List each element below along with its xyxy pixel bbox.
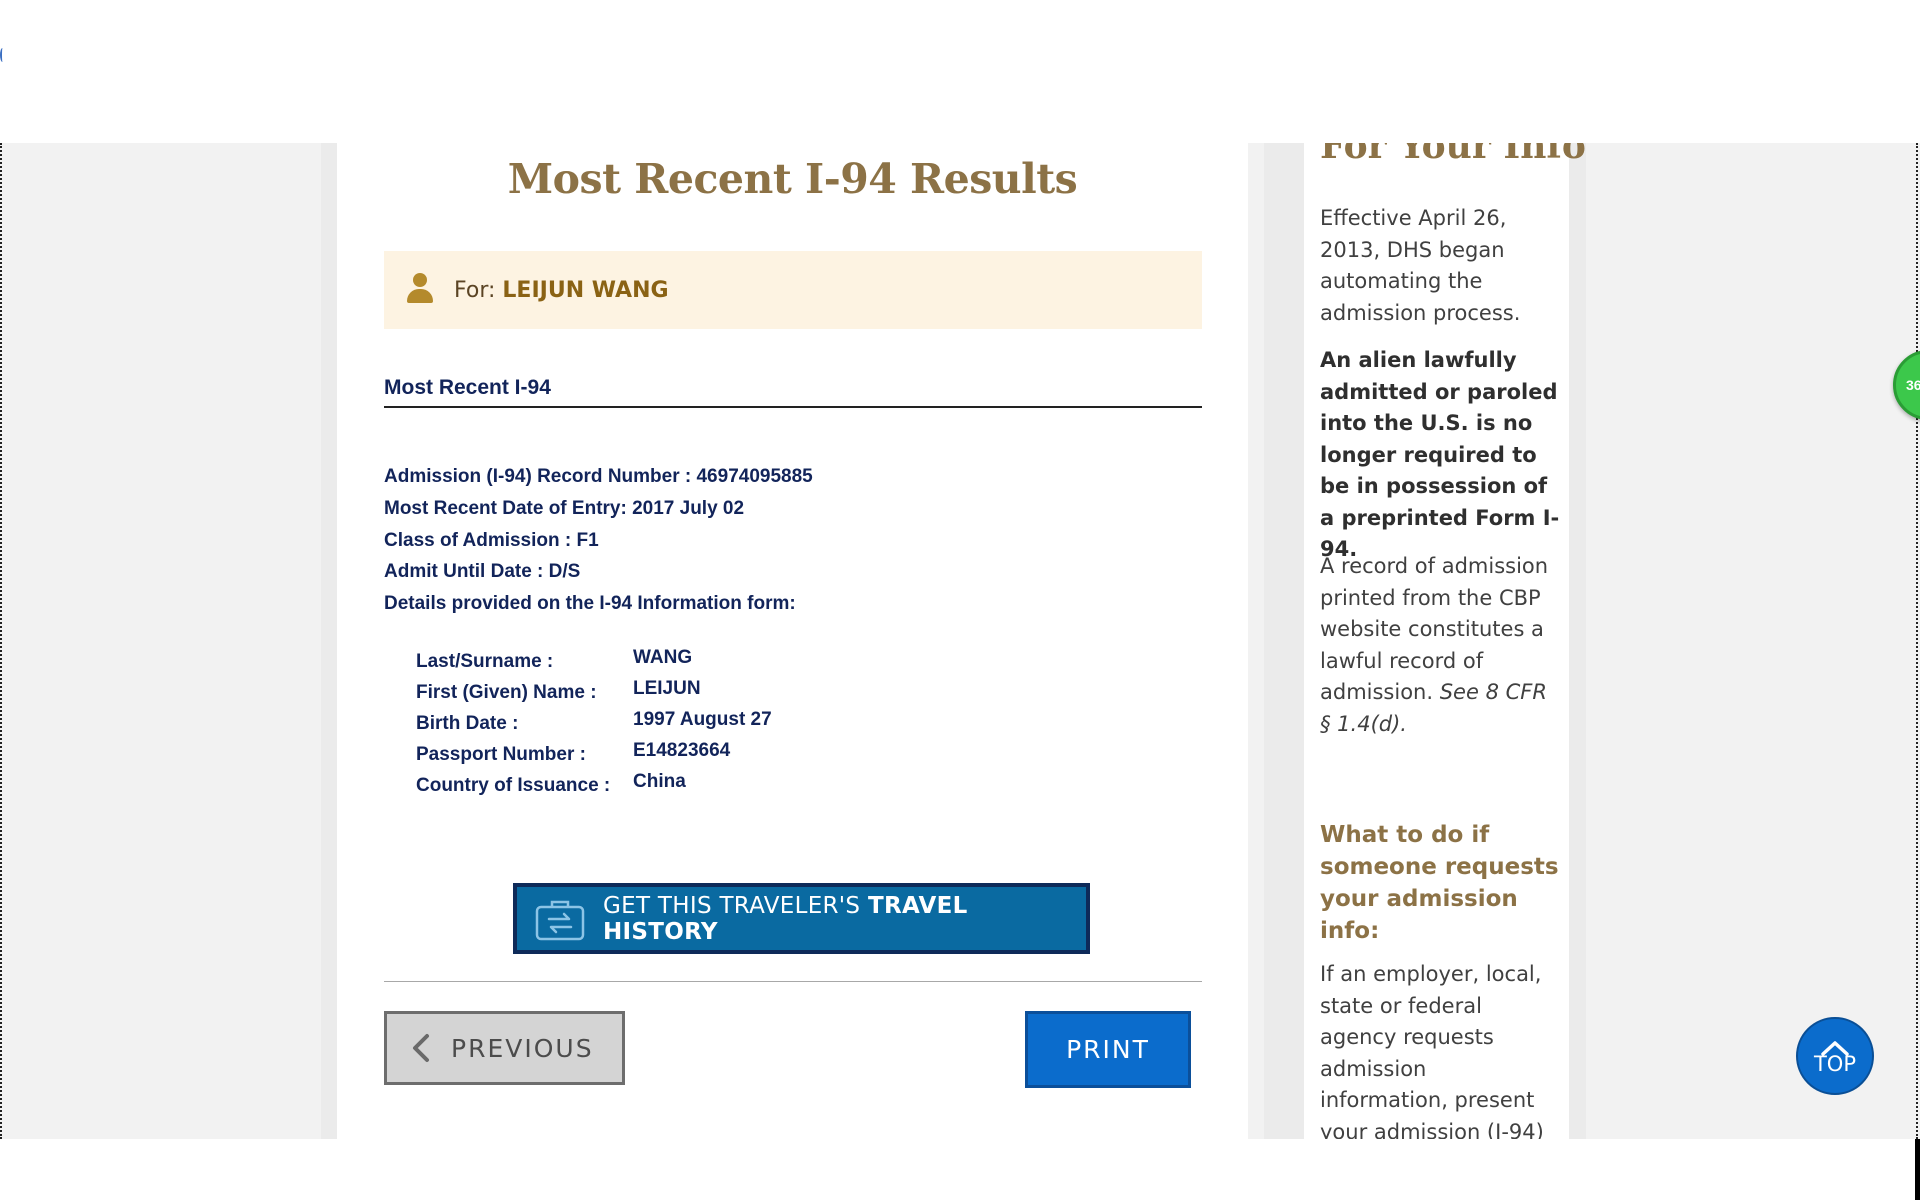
sidebar-paragraph: If an employer, local, state or federal … xyxy=(1320,962,1544,1139)
details-label: Country of Issuance : xyxy=(416,775,611,796)
back-to-top-button[interactable]: TOP xyxy=(1796,1017,1874,1095)
for-prefix: For: xyxy=(454,277,503,303)
left-border xyxy=(0,143,2,1139)
print-button[interactable]: PRINT xyxy=(1025,1011,1191,1088)
traveler-name: LEIJUN WANG xyxy=(502,277,669,303)
sidebar-subheading: What to do if someone requests your admi… xyxy=(1320,822,1559,944)
badge-count: 36 xyxy=(1906,377,1920,393)
details-table: Last/Surname : WANG First (Given) Name :… xyxy=(416,647,772,802)
travel-button-prefix: GET THIS TRAVELER'S xyxy=(603,892,868,919)
details-value: China xyxy=(633,771,686,792)
sidebar-paragraph: Effective April 26, 2013, DHS began auto… xyxy=(1320,206,1521,325)
sidebar-paragraph: A record of admission printed from the C… xyxy=(1320,551,1560,740)
date-of-entry: Most Recent Date of Entry: 2017 July 02 xyxy=(384,497,745,519)
edge-indicator xyxy=(0,48,5,62)
sidebar-heading: For Your Info xyxy=(1320,143,1586,167)
record-summary: Admission (I-94) Record Number : 4697409… xyxy=(384,461,813,620)
details-row: Country of Issuance : China xyxy=(416,771,772,802)
main-content: Most Recent I-94 Results For: LEIJUN WAN… xyxy=(321,143,1248,1139)
bottom-blank-area xyxy=(0,1139,1920,1200)
details-label: Birth Date : xyxy=(416,713,519,734)
admit-until-date: Admit Until Date : D/S xyxy=(384,561,581,583)
details-row: Last/Surname : WANG xyxy=(416,647,772,678)
details-label: First (Given) Name : xyxy=(416,682,597,703)
travel-history-label: GET THIS TRAVELER'S TRAVEL HISTORY xyxy=(603,893,1086,945)
details-row: First (Given) Name : LEIJUN xyxy=(416,678,772,709)
travel-history-button[interactable]: GET THIS TRAVELER'S TRAVEL HISTORY xyxy=(513,883,1090,954)
details-value: E14823664 xyxy=(633,740,731,761)
right-border xyxy=(1916,143,1918,1139)
browser-top-area xyxy=(0,0,1920,143)
details-row: Passport Number : E14823664 xyxy=(416,740,772,771)
traveler-label: For: LEIJUN WANG xyxy=(454,278,669,303)
details-value: WANG xyxy=(633,647,693,668)
sidebar: For Your Info Effective April 26, 2013, … xyxy=(1264,143,1586,1139)
bottom-edge xyxy=(1915,1139,1920,1200)
page-viewport: Most Recent I-94 Results For: LEIJUN WAN… xyxy=(0,143,1920,1139)
luggage-transfer-icon xyxy=(535,899,585,940)
print-label: PRINT xyxy=(1066,1035,1150,1064)
page-title: Most Recent I-94 Results xyxy=(507,155,1078,203)
record-number: Admission (I-94) Record Number : 4697409… xyxy=(384,466,813,487)
person-icon xyxy=(406,273,434,307)
traveler-banner: For: LEIJUN WANG xyxy=(384,251,1202,329)
chevron-left-icon xyxy=(413,1034,429,1062)
details-label: Passport Number : xyxy=(416,744,586,765)
class-of-admission: Class of Admission : F1 xyxy=(384,529,599,551)
previous-button[interactable]: PREVIOUS xyxy=(384,1011,625,1085)
sidebar-paragraph-bold: An alien lawfully admitted or paroled in… xyxy=(1320,348,1560,561)
details-heading: Details provided on the I-94 Information… xyxy=(384,593,796,615)
section-title: Most Recent I-94 xyxy=(384,376,1202,408)
divider xyxy=(384,981,1202,982)
sidebar-card: For Your Info Effective April 26, 2013, … xyxy=(1304,143,1586,1139)
details-label: Last/Surname : xyxy=(416,651,554,672)
details-value: LEIJUN xyxy=(633,678,701,699)
details-value: 1997 August 27 xyxy=(633,709,772,730)
top-label: TOP xyxy=(1813,1052,1857,1076)
previous-label: PREVIOUS xyxy=(451,1033,594,1063)
details-row: Birth Date : 1997 August 27 xyxy=(416,709,772,740)
